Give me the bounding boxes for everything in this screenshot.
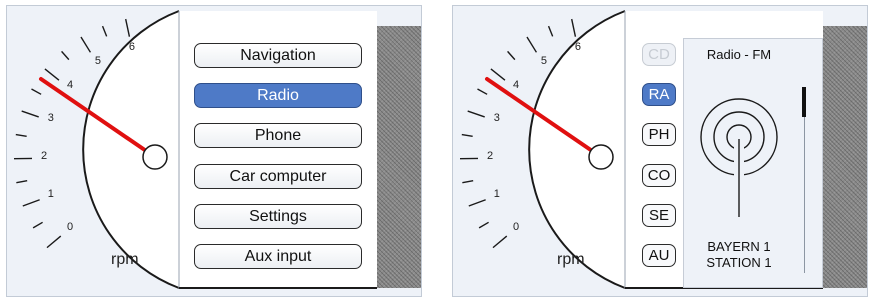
gauge-tick-label: 0	[512, 221, 520, 234]
source-button-au[interactable]: AU	[642, 244, 676, 267]
menu-button-phone[interactable]: Phone	[194, 123, 362, 149]
gauge-tick	[492, 235, 508, 249]
source-button-co[interactable]: CO	[642, 163, 676, 187]
menu-button-radio[interactable]: Radio	[194, 83, 362, 109]
volume-slider[interactable]	[802, 87, 808, 273]
gauge-tick	[16, 180, 28, 184]
gauge-tick-label: 1	[493, 187, 500, 200]
rpm-unit-label: rpm	[557, 251, 585, 268]
gauge-tick	[101, 25, 108, 37]
radio-title: Radio - FM	[706, 47, 772, 62]
gauge-tick	[124, 18, 131, 37]
gauge-tick-label: 6	[574, 41, 582, 54]
gauge-tick-label: 4	[66, 78, 74, 91]
gauge-tick	[526, 36, 538, 53]
gauge-tick	[507, 50, 516, 61]
menu-button-navigation[interactable]: Navigation	[194, 43, 362, 68]
gauge-tick-label: 3	[47, 112, 54, 125]
station-name: BAYERN 1	[707, 239, 771, 254]
gauge-tick	[477, 88, 488, 95]
volume-thumb[interactable]	[802, 87, 806, 117]
antenna-icon	[700, 98, 778, 217]
gauge-tick	[461, 133, 473, 137]
gauge-tick-label: 1	[47, 187, 54, 200]
radio-display: Radio - FM BAYERN 1 STATION 1	[683, 38, 823, 288]
gauge-tick	[44, 68, 60, 81]
gauge-tick	[32, 221, 43, 229]
source-button-ra[interactable]: RA	[642, 83, 676, 107]
station-label: STATION 1	[706, 255, 772, 270]
gauge-tick	[15, 133, 27, 137]
gauge-tick-label: 4	[512, 78, 520, 91]
gauge-tick-label: 5	[540, 54, 547, 67]
gauge-tick	[468, 199, 486, 207]
gauge-tick-label: 2	[41, 150, 48, 162]
gauge-tick	[22, 199, 40, 207]
rpm-unit-label: rpm	[111, 251, 139, 268]
needle-hub	[142, 144, 168, 170]
needle-hub	[588, 144, 614, 170]
gauge-tick	[46, 235, 62, 249]
gauge-tick	[570, 18, 577, 37]
gauge-tick	[478, 221, 489, 229]
gauge-tick-label: 0	[66, 221, 74, 234]
gauge-tick-label: 2	[487, 150, 494, 162]
gauge-tick	[490, 68, 506, 81]
radio-panel: 0 1 2 3 4 5 6 rpm CD RA PH CO SE AU Radio - FM BAYE…	[452, 5, 868, 297]
gauge-tick	[547, 25, 554, 37]
source-button-ph[interactable]: PH	[642, 123, 676, 147]
gauge-tick	[61, 50, 70, 61]
menu-button-aux-input[interactable]: Aux input	[194, 244, 362, 269]
main-menu-panel: 0 1 2 3 4 5 6 rpm Navigation Radio Phone Car comp…	[6, 5, 422, 297]
gauge-tick	[21, 110, 39, 118]
gauge-tick	[462, 180, 474, 184]
gauge-tick	[31, 88, 42, 95]
gauge-tick-label: 6	[128, 41, 136, 54]
menu-button-car-computer[interactable]: Car computer	[194, 163, 362, 189]
gauge-tick-label: 5	[94, 54, 101, 67]
gauge-tick	[80, 36, 92, 53]
gauge-tick	[467, 110, 485, 118]
source-button-se[interactable]: SE	[642, 203, 676, 227]
source-button-cd[interactable]: CD	[642, 43, 676, 66]
menu-button-settings[interactable]: Settings	[194, 203, 362, 229]
gauge-tick-label: 3	[493, 112, 500, 125]
